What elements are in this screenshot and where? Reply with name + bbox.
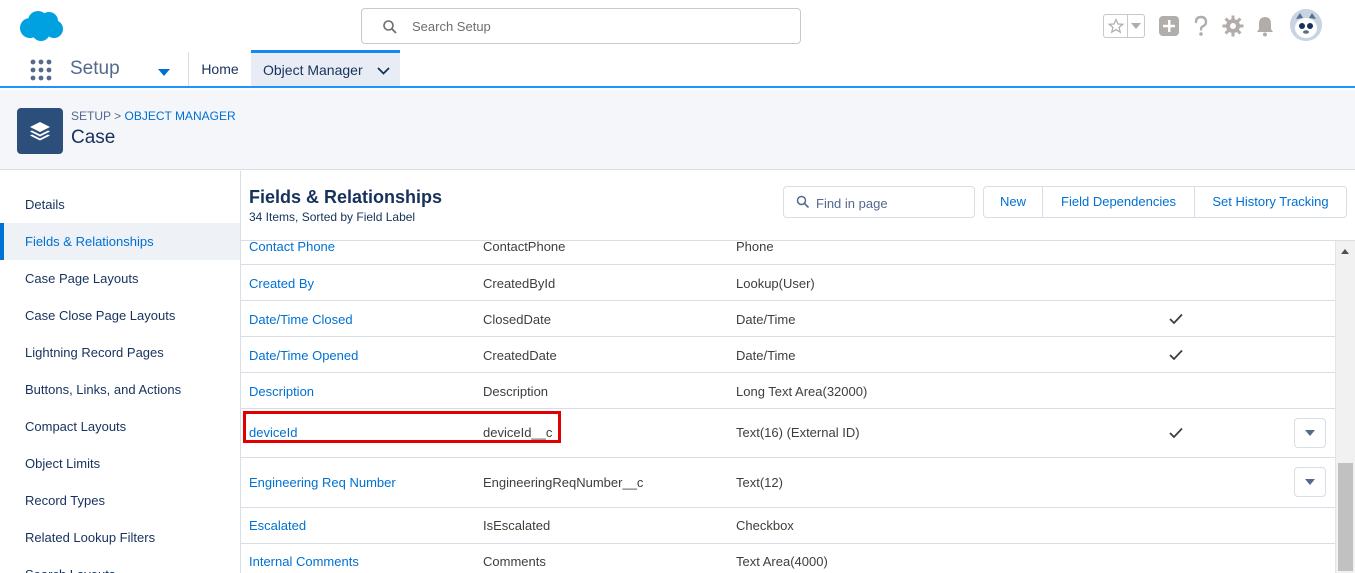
fields-relationships-panel: Fields & Relationships 34 Items, Sorted … — [241, 171, 1355, 573]
breadcrumb-separator: > — [110, 109, 125, 123]
field-label-link[interactable]: Engineering Req Number — [249, 475, 396, 490]
field-api-name: CreatedDate — [483, 348, 557, 363]
sidebar-item-case-close-page-layouts[interactable]: Case Close Page Layouts — [0, 297, 240, 334]
sidebar-item-case-page-layouts[interactable]: Case Page Layouts — [0, 260, 240, 297]
table-row: Escalated IsEscalated Checkbox — [241, 508, 1335, 544]
nav-divider — [188, 52, 189, 86]
sidebar-item-search-layouts[interactable]: Search Layouts — [0, 556, 240, 573]
table-row: Description Description Long Text Area(3… — [241, 373, 1335, 409]
panel-title: Fields & Relationships — [249, 187, 443, 207]
field-label-link[interactable]: deviceId — [249, 425, 297, 440]
sidebar-item-details[interactable]: Details — [0, 186, 240, 223]
find-in-page[interactable] — [783, 186, 975, 218]
set-history-tracking-button[interactable]: Set History Tracking — [1195, 187, 1346, 217]
field-label-link[interactable]: Internal Comments — [249, 554, 359, 569]
nav-tab-object-manager[interactable]: Object Manager — [251, 50, 400, 86]
search-icon — [796, 195, 810, 212]
nav-tab-object-manager-label: Object Manager — [263, 61, 363, 78]
sidebar-item-buttons-links-actions[interactable]: Buttons, Links, and Actions — [0, 371, 240, 408]
sidebar-item-related-lookup-filters[interactable]: Related Lookup Filters — [0, 519, 240, 556]
sidebar-item-fields-relationships[interactable]: Fields & Relationships — [0, 223, 240, 260]
scroll-up-arrow-icon[interactable] — [1341, 249, 1349, 254]
field-api-name: deviceId__c — [483, 425, 553, 440]
breadcrumb-setup[interactable]: SETUP — [71, 109, 111, 123]
object-page-header: SETUP > OBJECT MANAGER Case — [0, 90, 1355, 170]
table-row: Created By CreatedById Lookup(User) — [241, 265, 1335, 301]
table-row: Engineering Req Number EngineeringReqNum… — [241, 458, 1335, 508]
chevron-down-icon[interactable] — [1128, 15, 1144, 37]
sidebar-item-object-limits[interactable]: Object Limits — [0, 445, 240, 482]
row-actions-button[interactable] — [1294, 418, 1326, 448]
app-name: Setup — [70, 58, 120, 79]
field-data-type: Phone — [736, 241, 774, 254]
global-header — [0, 0, 1355, 50]
nav-tab-home[interactable]: Home — [190, 50, 250, 86]
table-row: Date/Time Opened CreatedDate Date/Time — [241, 337, 1335, 373]
panel-actions: New Field Dependencies Set History Track… — [983, 186, 1347, 218]
chevron-down-icon[interactable] — [376, 62, 390, 78]
table-row: Internal Comments Comments Text Area(400… — [241, 544, 1335, 573]
find-in-page-input[interactable] — [816, 194, 966, 212]
field-label-link[interactable]: Date/Time Opened — [249, 348, 358, 363]
field-data-type: Long Text Area(32000) — [736, 384, 868, 399]
table-row: deviceId deviceId__c Text(16) (External … — [241, 409, 1335, 458]
add-icon[interactable] — [1157, 14, 1181, 38]
table-row: Date/Time Closed ClosedDate Date/Time — [241, 301, 1335, 337]
app-nav: Setup Home Object Manager — [0, 50, 1355, 88]
field-data-type: Text(12) — [736, 475, 783, 490]
field-api-name: EngineeringReqNumber__c — [483, 475, 644, 490]
page-title: Case — [71, 127, 116, 148]
field-data-type: Text Area(4000) — [736, 554, 828, 569]
fields-table: Contact Phone ContactPhone Phone Created… — [241, 241, 1335, 573]
user-avatar[interactable] — [1290, 9, 1322, 41]
search-icon — [382, 19, 398, 35]
chevron-down-icon — [1305, 479, 1315, 485]
field-data-type: Lookup(User) — [736, 276, 815, 291]
field-data-type: Date/Time — [736, 312, 796, 327]
app-menu-caret-icon[interactable] — [158, 65, 170, 80]
scrollbar-thumb[interactable] — [1338, 463, 1353, 571]
sidebar-item-lightning-record-pages[interactable]: Lightning Record Pages — [0, 334, 240, 371]
field-dependencies-button[interactable]: Field Dependencies — [1043, 187, 1195, 217]
field-label-link[interactable]: Contact Phone — [249, 241, 335, 254]
field-api-name: ContactPhone — [483, 241, 566, 254]
checkmark-icon — [1169, 313, 1183, 328]
object-layers-icon — [17, 108, 63, 154]
field-data-type: Date/Time — [736, 348, 796, 363]
sidebar-item-compact-layouts[interactable]: Compact Layouts — [0, 408, 240, 445]
row-actions-button[interactable] — [1294, 467, 1326, 497]
gear-icon[interactable] — [1221, 14, 1245, 38]
field-label-link[interactable]: Description — [249, 384, 314, 399]
field-api-name: CreatedById — [483, 276, 556, 291]
star-icon[interactable] — [1104, 15, 1128, 37]
field-api-name: Description — [483, 384, 549, 399]
breadcrumb: SETUP > OBJECT MANAGER — [71, 109, 236, 123]
favorites-group[interactable] — [1103, 14, 1145, 38]
vertical-scrollbar[interactable] — [1335, 241, 1355, 573]
field-data-type: Checkbox — [736, 518, 794, 533]
chevron-down-icon — [1305, 430, 1315, 436]
new-button[interactable]: New — [984, 187, 1043, 217]
field-label-link[interactable]: Escalated — [249, 518, 306, 533]
field-api-name: IsEscalated — [483, 518, 551, 533]
checkmark-icon — [1169, 349, 1183, 364]
setup-search[interactable] — [361, 8, 801, 44]
panel-header: Fields & Relationships 34 Items, Sorted … — [241, 171, 1355, 241]
help-icon[interactable] — [1189, 14, 1213, 38]
field-api-name: ClosedDate — [483, 312, 551, 327]
field-data-type: Text(16) (External ID) — [736, 425, 860, 440]
field-api-name: Comments — [483, 554, 546, 569]
object-sidebar: Details Fields & Relationships Case Page… — [0, 171, 241, 573]
table-row: Contact Phone ContactPhone Phone — [241, 241, 1335, 265]
breadcrumb-object-manager[interactable]: OBJECT MANAGER — [124, 109, 235, 123]
sidebar-item-record-types[interactable]: Record Types — [0, 482, 240, 519]
field-label-link[interactable]: Created By — [249, 276, 314, 291]
checkmark-icon — [1169, 427, 1183, 442]
field-label-link[interactable]: Date/Time Closed — [249, 312, 353, 327]
salesforce-logo-icon[interactable] — [16, 10, 64, 42]
search-input[interactable] — [412, 15, 782, 37]
app-launcher-icon[interactable] — [30, 59, 52, 81]
panel-subtitle: 34 Items, Sorted by Field Label — [249, 210, 416, 224]
bell-icon[interactable] — [1253, 14, 1277, 38]
